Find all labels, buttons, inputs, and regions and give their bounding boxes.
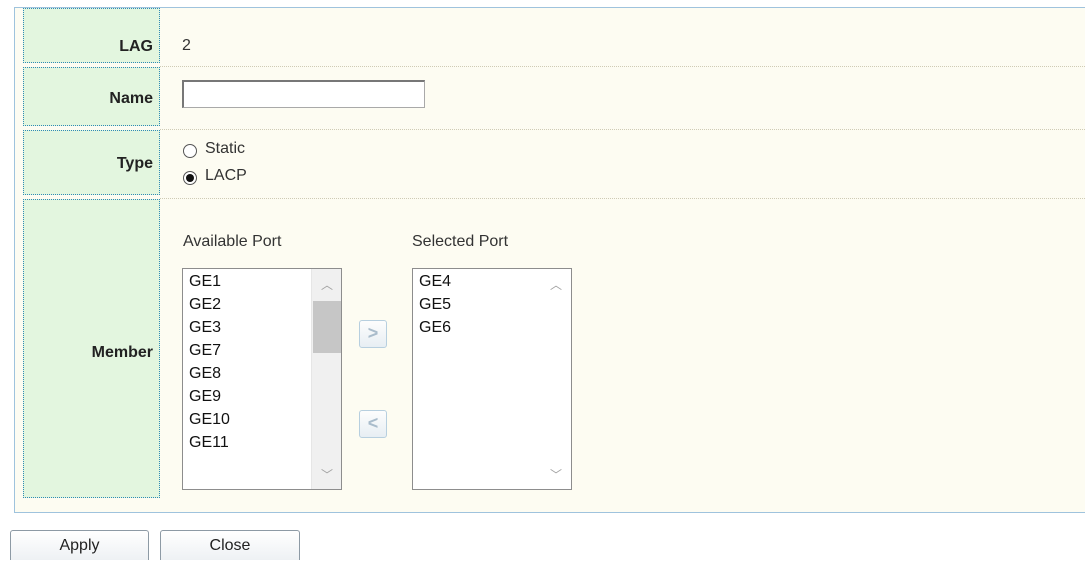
name-label-cell: Name xyxy=(23,67,160,126)
close-button[interactable]: Close xyxy=(160,530,300,560)
list-item[interactable]: GE1 xyxy=(189,273,221,291)
list-item[interactable]: GE2 xyxy=(189,296,221,314)
remove-port-button[interactable]: < xyxy=(359,410,387,438)
list-item[interactable]: GE6 xyxy=(419,319,451,337)
type-static-label[interactable]: Static xyxy=(205,140,245,158)
lag-label-cell: LAG xyxy=(23,8,160,63)
list-item[interactable]: GE3 xyxy=(189,319,221,337)
member-label-cell: Member xyxy=(23,199,160,498)
list-item[interactable]: GE4 xyxy=(419,273,451,291)
selected-port-title: Selected Port xyxy=(412,233,509,250)
scroll-up-icon[interactable]: ︿ xyxy=(541,277,571,293)
scroll-down-icon[interactable]: ﹀ xyxy=(541,467,571,483)
lag-value: 2 xyxy=(182,37,191,54)
type-lacp-label[interactable]: LACP xyxy=(205,167,247,185)
chevron-right-icon: > xyxy=(367,323,379,343)
type-row: Type xyxy=(15,130,1085,198)
list-item[interactable]: GE7 xyxy=(189,342,221,360)
scroll-thumb[interactable] xyxy=(313,301,341,353)
available-list-scrollbar[interactable]: ︿ ﹀ xyxy=(311,269,341,489)
name-label: Name xyxy=(109,90,153,107)
type-static-radio[interactable] xyxy=(183,144,197,158)
list-item[interactable]: GE10 xyxy=(189,411,230,429)
type-label-cell: Type xyxy=(23,130,160,195)
add-port-button[interactable]: > xyxy=(359,320,387,348)
list-item[interactable]: GE8 xyxy=(189,365,221,383)
type-lacp-radio[interactable] xyxy=(183,171,197,185)
name-row: Name xyxy=(15,67,1085,129)
available-port-title: Available Port xyxy=(183,233,282,250)
name-input[interactable] xyxy=(182,80,425,108)
list-item[interactable]: GE5 xyxy=(419,296,451,314)
type-label: Type xyxy=(116,155,153,172)
lag-edit-form: LAG 2 Name Type Static LACP Member Avail… xyxy=(14,7,1085,513)
lag-row: LAG 2 xyxy=(15,8,1085,66)
selected-port-list[interactable]: GE4 GE5 GE6 ︿ ﹀ xyxy=(412,268,572,490)
selected-list-scrollbar[interactable]: ︿ ﹀ xyxy=(541,269,571,489)
lag-label: LAG xyxy=(119,38,153,55)
apply-button[interactable]: Apply xyxy=(10,530,149,560)
scroll-up-icon[interactable]: ︿ xyxy=(312,277,341,293)
list-item[interactable]: GE11 xyxy=(189,434,229,452)
scroll-down-icon[interactable]: ﹀ xyxy=(312,467,341,483)
chevron-left-icon: < xyxy=(367,413,379,433)
member-label: Member xyxy=(91,344,153,361)
list-item[interactable]: GE9 xyxy=(189,388,221,406)
available-port-list[interactable]: GE1 GE2 GE3 GE7 GE8 GE9 GE10 GE11 ︿ ﹀ xyxy=(182,268,342,490)
